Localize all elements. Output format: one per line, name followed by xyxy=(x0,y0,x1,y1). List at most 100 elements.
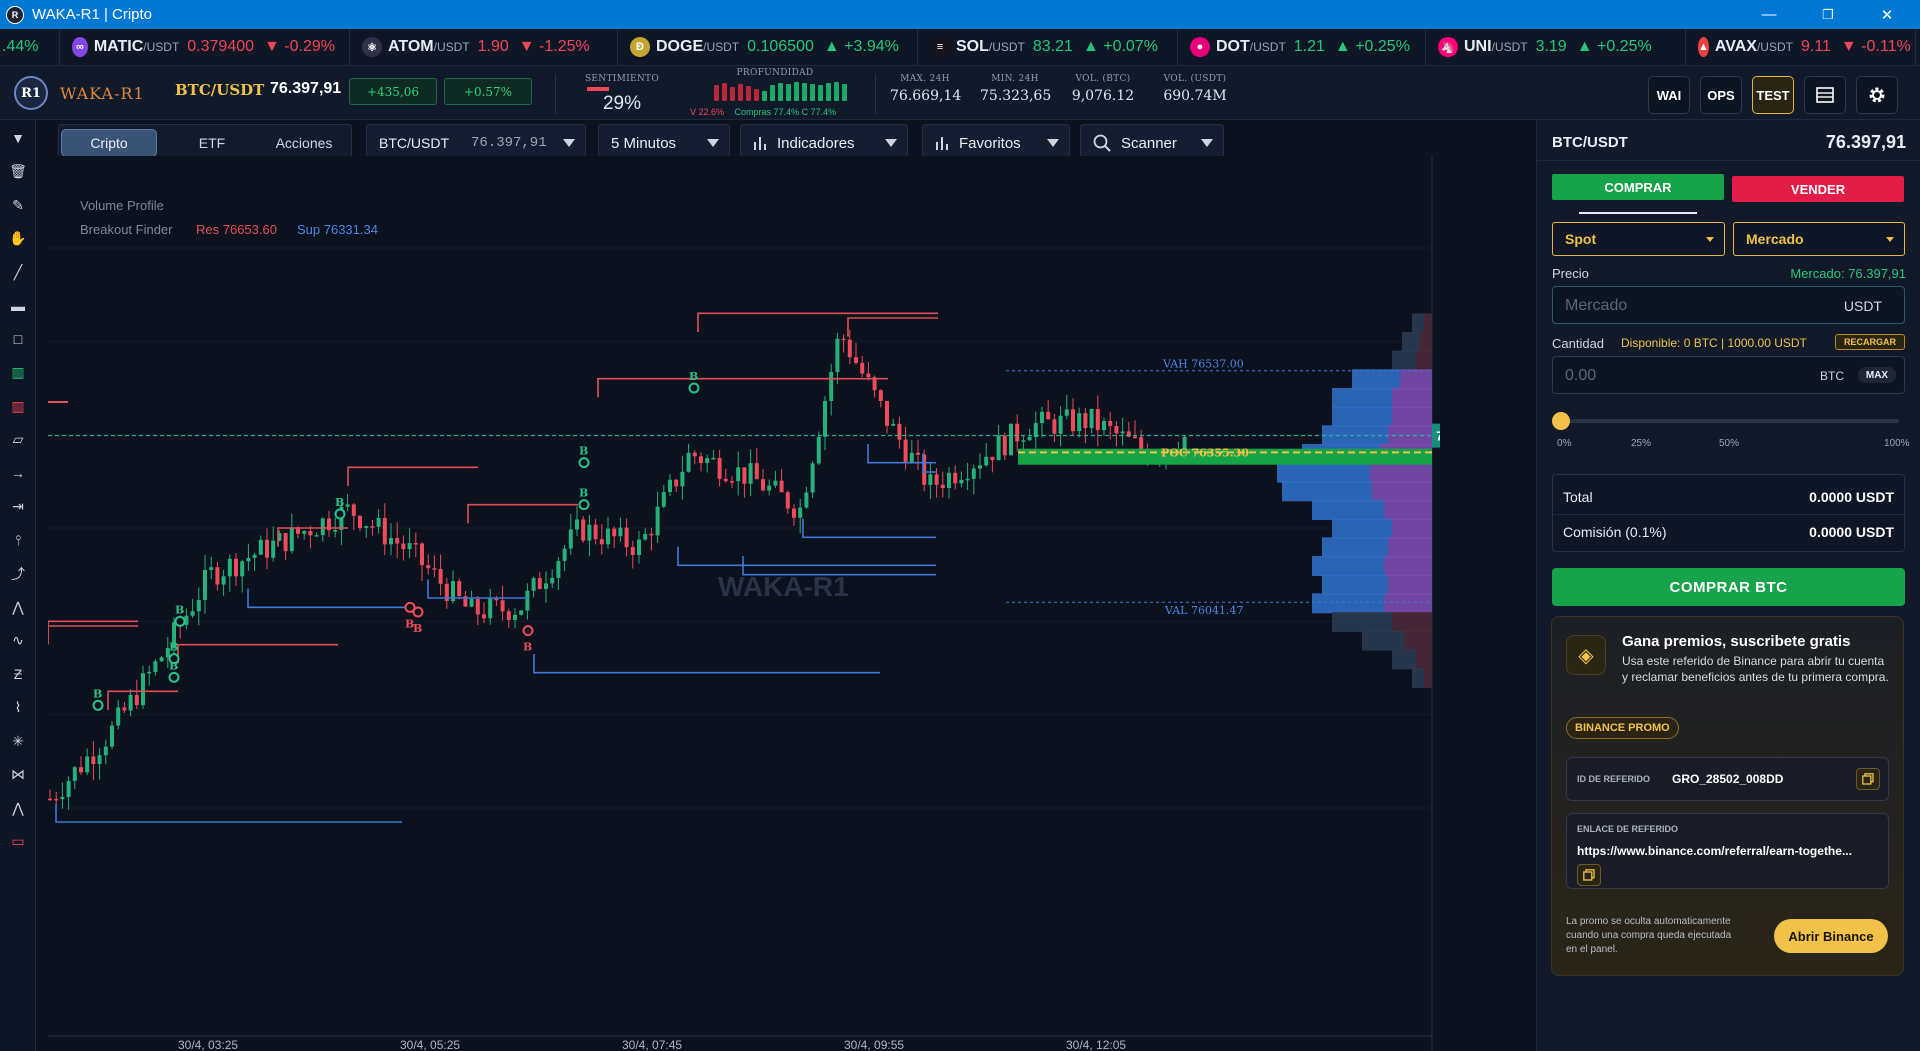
brush-icon[interactable]: ✋ xyxy=(6,227,30,251)
volbtc-value: 9,076.12 xyxy=(1071,88,1135,104)
buy-tab[interactable]: COMPRAR xyxy=(1552,174,1724,200)
amount-slider-handle[interactable] xyxy=(1552,412,1570,430)
qty-input[interactable]: 0.00 BTC MAX xyxy=(1552,356,1905,394)
candle-body xyxy=(630,547,635,555)
max-button[interactable]: MAX xyxy=(1858,367,1896,383)
maximize-button[interactable]: ❐ xyxy=(1799,0,1857,29)
candle-body xyxy=(265,539,269,558)
channel-icon[interactable]: ⋀ xyxy=(6,595,30,619)
volume-bar xyxy=(1404,630,1432,651)
candle-body xyxy=(426,565,431,569)
volume-bar xyxy=(1322,537,1388,558)
ticker-item[interactable]: 🦄 UNI/USDT 3.19 ▲ +0.25% xyxy=(1426,29,1686,65)
depth-buy-short: C 77.4% xyxy=(801,107,837,117)
ticker-item[interactable]: ⚛ ATOM/USDT 1.90 ▼ -1.25% xyxy=(350,29,618,65)
watermark: WAKA-R1 xyxy=(718,571,849,602)
candle-body xyxy=(1002,435,1007,456)
gann-icon[interactable]: ✳ xyxy=(6,729,30,753)
eraser-icon[interactable]: ▱ xyxy=(6,428,30,452)
elliott-icon[interactable]: ⋈ xyxy=(6,763,30,787)
pencil-icon[interactable]: ✎ xyxy=(6,193,30,217)
copy-link-button[interactable] xyxy=(1577,864,1601,886)
buy-btc-button[interactable]: COMPRAR BTC xyxy=(1552,568,1905,606)
fib-icon[interactable]: ⇥ xyxy=(6,495,30,519)
candle-body xyxy=(1021,440,1026,442)
chevron-down-icon xyxy=(707,139,719,147)
candle-body xyxy=(1114,425,1119,434)
volbtc-label: VOL. (BTC) xyxy=(1075,74,1131,84)
wai-button[interactable]: WAI xyxy=(1648,76,1690,114)
legend-res: Res 76653.60 xyxy=(196,222,277,237)
minimize-button[interactable]: — xyxy=(1740,0,1798,29)
test-button[interactable]: TEST xyxy=(1752,76,1794,114)
spot-select[interactable]: Spot xyxy=(1552,222,1725,256)
copy-id-button[interactable] xyxy=(1856,768,1880,790)
depth-sell: V 22.6% xyxy=(690,107,725,117)
ray-icon[interactable]: ⤴ xyxy=(6,562,30,586)
layout-button[interactable] xyxy=(1804,76,1846,114)
candle-body xyxy=(54,798,59,801)
sell-tab[interactable]: VENDER xyxy=(1732,176,1904,202)
slider-tick-50: 50% xyxy=(1719,438,1740,449)
candle-body xyxy=(742,467,747,484)
depth-bar xyxy=(730,87,735,101)
recharge-button[interactable]: RECARGAR xyxy=(1835,334,1905,350)
gear-icon xyxy=(1869,87,1885,103)
settings-button[interactable] xyxy=(1856,76,1898,114)
breakout-label: B xyxy=(579,487,588,500)
current-price-label: 76.397,91 xyxy=(1436,429,1440,444)
wave-icon[interactable]: ∿ xyxy=(6,629,30,653)
short-position-icon[interactable]: ▥ xyxy=(6,394,30,418)
breakout-label: B xyxy=(523,641,532,654)
breakout-label: B xyxy=(579,445,588,458)
time-tick-label: 30/4, 07:45 xyxy=(622,1038,682,1051)
order-type-select[interactable]: Mercado xyxy=(1733,222,1905,256)
arrow-icon[interactable]: → xyxy=(6,461,30,485)
pitchfork-icon[interactable]: ⫯ xyxy=(6,528,30,552)
path-icon[interactable]: ⌇ xyxy=(6,696,30,720)
copy-icon xyxy=(1862,773,1874,785)
long-position-icon[interactable]: ▥ xyxy=(6,361,30,385)
ticker-item[interactable]: .44% xyxy=(0,29,60,65)
depth-bar xyxy=(810,84,815,101)
rectangle-icon[interactable]: □ xyxy=(6,327,30,351)
ticker-item[interactable]: Ð DOGE/USDT 0.106500 ▲ +3.94% xyxy=(618,29,918,65)
ruler-icon[interactable]: ▬ xyxy=(6,294,30,318)
amount-slider-track[interactable] xyxy=(1559,419,1899,423)
ticker-item[interactable]: ∞ MATIC/USDT 0.379400 ▼ -0.29% xyxy=(60,29,350,65)
volume-bar xyxy=(1332,388,1392,408)
trash-icon[interactable]: 🗑 xyxy=(6,160,30,184)
tab-acciones[interactable]: Acciones xyxy=(259,129,349,157)
zigzag-icon[interactable]: Ƶ xyxy=(6,662,30,686)
candle-body xyxy=(1064,409,1069,416)
candle-body xyxy=(637,539,641,555)
settings-swatch-icon[interactable]: ▭ xyxy=(6,830,30,854)
pattern-icon[interactable]: ⋀ xyxy=(6,796,30,820)
tab-etf[interactable]: ETF xyxy=(167,129,257,157)
close-button[interactable]: ✕ xyxy=(1858,0,1916,29)
volume-bar xyxy=(1400,369,1432,390)
candle-body xyxy=(655,506,660,536)
volume-bar xyxy=(1384,500,1432,520)
promo-title: Gana premios, suscribete gratis xyxy=(1622,633,1851,650)
price-chart[interactable]: 76.800,0076.600,0076.400,0076.200,0076.0… xyxy=(48,156,1440,1051)
price-placeholder: Mercado xyxy=(1565,297,1628,314)
candle-body xyxy=(1120,431,1125,434)
tab-cripto[interactable]: Cripto xyxy=(61,129,157,157)
collapse-icon[interactable]: ▼ xyxy=(6,126,30,150)
qty-placeholder: 0.00 xyxy=(1565,367,1597,384)
price-input[interactable]: Mercado USDT xyxy=(1552,286,1905,324)
candle-body xyxy=(494,598,499,601)
ticker-change: ▼ -1.25% xyxy=(518,38,590,55)
trendline-icon[interactable]: ╱ xyxy=(6,260,30,284)
candle-body xyxy=(1052,419,1057,434)
search-icon xyxy=(1093,134,1111,152)
ops-button[interactable]: OPS xyxy=(1700,76,1742,114)
candle-body xyxy=(1015,423,1020,442)
promo-text: Usa este referido de Binance para abrir … xyxy=(1622,654,1889,684)
ticker-item[interactable]: ▲ AVAX/USDT 9.11 ▼ -0.11% xyxy=(1686,29,1916,65)
ticker-quote: /USDT xyxy=(433,40,470,54)
open-binance-button[interactable]: Abrir Binance xyxy=(1774,919,1888,953)
ticker-item[interactable]: ≡ SOL/USDT 83.21 ▲ +0.07% xyxy=(918,29,1178,65)
ticker-item[interactable]: ● DOT/USDT 1.21 ▲ +0.25% xyxy=(1178,29,1426,65)
